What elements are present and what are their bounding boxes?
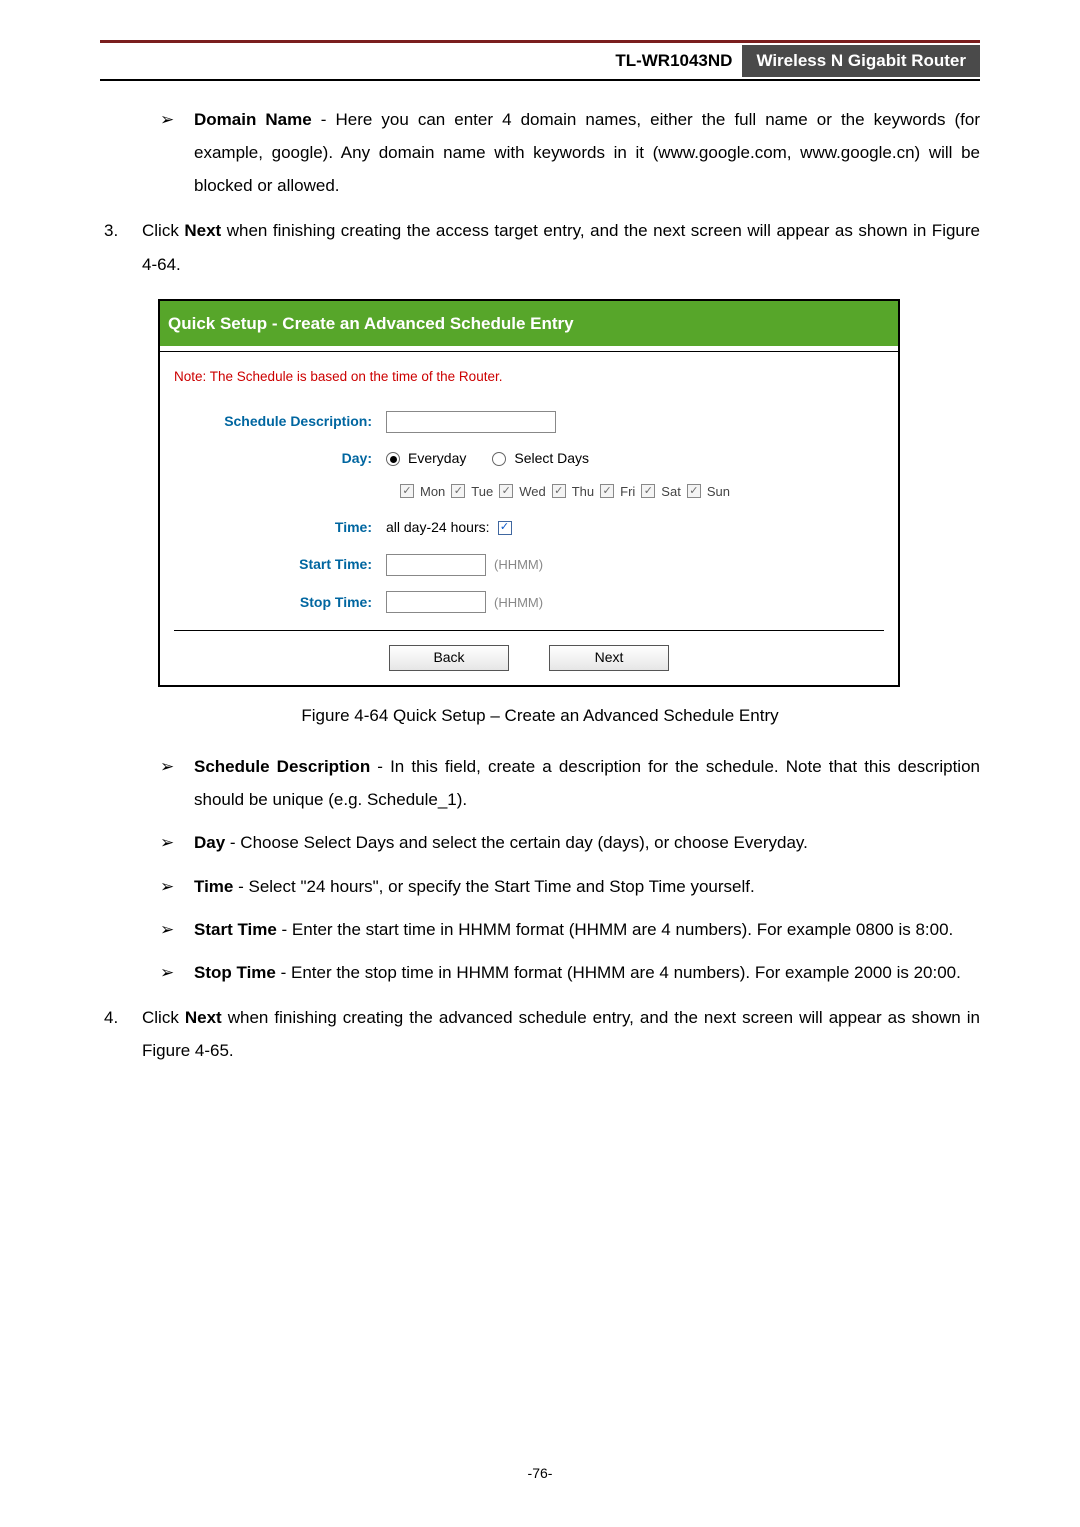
bullet-label: Domain Name [194, 110, 312, 129]
bullet-domain-name: ➢ Domain Name - Here you can enter 4 dom… [160, 103, 980, 202]
header-row: TL-WR1043ND Wireless N Gigabit Router [100, 45, 980, 77]
label-stop-time: Stop Time: [174, 589, 386, 616]
bullet-body: - Here you can enter 4 domain names, eit… [194, 110, 980, 195]
step-bold: Next [185, 1008, 222, 1027]
figure-box: Quick Setup - Create an Advanced Schedul… [158, 299, 900, 687]
bullet-arrow-icon: ➢ [160, 956, 194, 989]
row-stop-time: Stop Time: (HHMM) [174, 589, 884, 616]
radio-select-days-label: Select Days [514, 445, 589, 472]
bullet-text: Domain Name - Here you can enter 4 domai… [194, 103, 980, 202]
checkbox-fri[interactable]: ✓ [600, 484, 614, 498]
stop-time-hint: (HHMM) [494, 590, 543, 615]
bullet-body: - Enter the stop time in HHMM format (HH… [276, 963, 961, 982]
row-day: Day: Everyday Select Days [174, 445, 884, 472]
checkbox-wed[interactable]: ✓ [499, 484, 513, 498]
stop-time-input[interactable] [386, 591, 486, 613]
product-name: Wireless N Gigabit Router [742, 45, 980, 77]
bullet-day: ➢ Day - Choose Select Days and select th… [160, 826, 980, 859]
bullet-label: Schedule Description [194, 757, 370, 776]
label-schedule-description: Schedule Description: [174, 408, 386, 435]
day-checkbox-row: ✓ Mon ✓ Tue ✓ Wed ✓ Thu ✓ Fri ✓ Sat ✓ Sun [400, 479, 884, 504]
row-schedule-description: Schedule Description: [174, 408, 884, 435]
step-number: 4. [100, 1001, 142, 1067]
radio-everyday-label: Everyday [408, 445, 466, 472]
bullet-label: Start Time [194, 920, 277, 939]
bullet-body: - Select "24 hours", or specify the Star… [233, 877, 754, 896]
checkbox-tue[interactable]: ✓ [451, 484, 465, 498]
bullet-label: Stop Time [194, 963, 276, 982]
step-4: 4. Click Next when finishing creating th… [100, 1001, 980, 1067]
bullet-arrow-icon: ➢ [160, 750, 194, 816]
allday-label: all day-24 hours: [386, 514, 490, 541]
label-sat: Sat [661, 479, 681, 504]
checkbox-sun[interactable]: ✓ [687, 484, 701, 498]
body: ➢ Domain Name - Here you can enter 4 dom… [100, 103, 980, 1067]
figure-body: Note: The Schedule is based on the time … [160, 352, 898, 685]
page-number: -76- [0, 1465, 1080, 1481]
bullet-arrow-icon: ➢ [160, 826, 194, 859]
checkbox-sat[interactable]: ✓ [641, 484, 655, 498]
figure-4-64: Quick Setup - Create an Advanced Schedul… [158, 299, 980, 687]
figure-note: Note: The Schedule is based on the time … [174, 364, 884, 390]
label-thu: Thu [572, 479, 594, 504]
bullet-text: Stop Time - Enter the stop time in HHMM … [194, 956, 980, 989]
label-tue: Tue [471, 479, 493, 504]
bullet-text: Day - Choose Select Days and select the … [194, 826, 980, 859]
figure-button-row: Back Next [174, 630, 884, 671]
bullet-body: - Enter the start time in HHMM format (H… [277, 920, 953, 939]
label-day: Day: [174, 445, 386, 472]
bullet-label: Time [194, 877, 233, 896]
step-text: Click Next when finishing creating the a… [142, 214, 980, 280]
bullet-stop-time: ➢ Stop Time - Enter the stop time in HHM… [160, 956, 980, 989]
start-time-hint: (HHMM) [494, 552, 543, 577]
step-post: when finishing creating the access targe… [142, 221, 980, 273]
header-top-rule [100, 40, 980, 43]
bullet-text: Start Time - Enter the start time in HHM… [194, 913, 980, 946]
bullet-arrow-icon: ➢ [160, 870, 194, 903]
header-bottom-rule [100, 79, 980, 81]
label-fri: Fri [620, 479, 635, 504]
label-sun: Sun [707, 479, 730, 504]
label-mon: Mon [420, 479, 445, 504]
step-number: 3. [100, 214, 142, 280]
bullet-label: Day [194, 833, 225, 852]
bullet-text: Schedule Description - In this field, cr… [194, 750, 980, 816]
label-wed: Wed [519, 479, 546, 504]
step-3: 3. Click Next when finishing creating th… [100, 214, 980, 280]
bullet-arrow-icon: ➢ [160, 913, 194, 946]
label-time: Time: [174, 514, 386, 541]
bullet-time: ➢ Time - Select "24 hours", or specify t… [160, 870, 980, 903]
bullet-arrow-icon: ➢ [160, 103, 194, 202]
page: TL-WR1043ND Wireless N Gigabit Router ➢ … [0, 0, 1080, 1527]
row-time: Time: all day-24 hours: ✓ [174, 514, 884, 541]
step-pre: Click [142, 1008, 185, 1027]
next-button[interactable]: Next [549, 645, 669, 671]
label-start-time: Start Time: [174, 551, 386, 578]
radio-select-days[interactable] [492, 452, 506, 466]
checkbox-allday[interactable]: ✓ [498, 521, 512, 535]
figure-title: Quick Setup - Create an Advanced Schedul… [160, 301, 898, 346]
model-number: TL-WR1043ND [605, 45, 742, 77]
row-start-time: Start Time: (HHMM) [174, 551, 884, 578]
radio-everyday[interactable] [386, 452, 400, 466]
step-text: Click Next when finishing creating the a… [142, 1001, 980, 1067]
step-post: when finishing creating the advanced sch… [142, 1008, 980, 1060]
checkbox-mon[interactable]: ✓ [400, 484, 414, 498]
figure-caption: Figure 4-64 Quick Setup – Create an Adva… [100, 699, 980, 732]
checkbox-thu[interactable]: ✓ [552, 484, 566, 498]
step-bold: Next [184, 221, 221, 240]
schedule-description-input[interactable] [386, 411, 556, 433]
bullet-start-time: ➢ Start Time - Enter the start time in H… [160, 913, 980, 946]
start-time-input[interactable] [386, 554, 486, 576]
back-button[interactable]: Back [389, 645, 509, 671]
step-pre: Click [142, 221, 184, 240]
bullet-body: - Choose Select Days and select the cert… [225, 833, 808, 852]
bullet-text: Time - Select "24 hours", or specify the… [194, 870, 980, 903]
bullet-schedule-description: ➢ Schedule Description - In this field, … [160, 750, 980, 816]
